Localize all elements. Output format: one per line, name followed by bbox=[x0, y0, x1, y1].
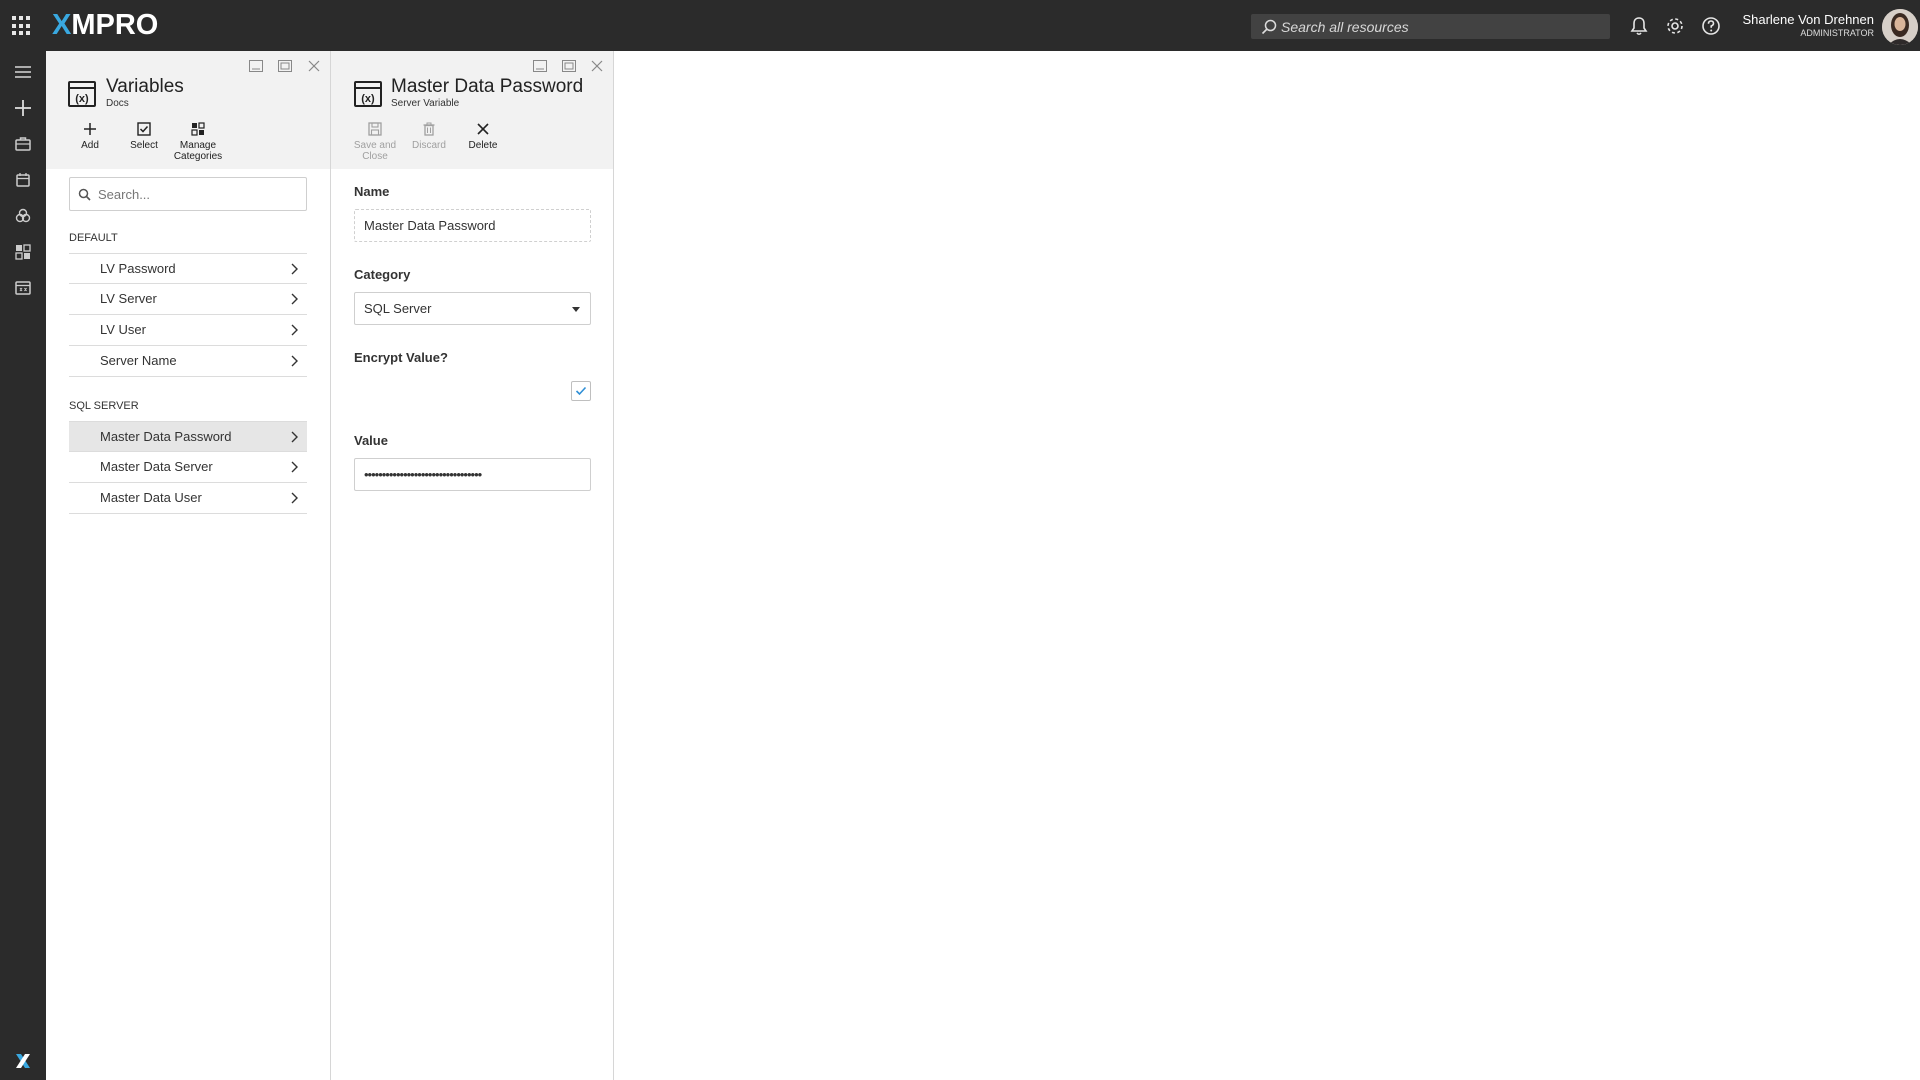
chevron-right-icon bbox=[291, 431, 298, 443]
panel-title: Variables bbox=[106, 76, 184, 97]
encrypt-value-label: Encrypt Value? bbox=[354, 350, 448, 365]
list-item[interactable]: LV Server bbox=[69, 284, 307, 315]
save-label-line1: Save and bbox=[353, 140, 397, 151]
close-icon[interactable] bbox=[589, 58, 605, 74]
list-item-label: Master Data Server bbox=[100, 459, 213, 474]
checkbox-icon bbox=[137, 122, 151, 136]
discard-label: Discard bbox=[412, 140, 446, 151]
list-item-label: Master Data User bbox=[100, 490, 202, 505]
chevron-right-icon bbox=[291, 355, 298, 367]
caret-down-icon bbox=[572, 307, 580, 312]
variables-panel: (x) Variables Docs Add Select Manage Cat… bbox=[46, 51, 331, 1080]
list-item[interactable]: Master Data Server bbox=[69, 452, 307, 483]
checkmark-icon bbox=[575, 386, 587, 396]
select-button-label: Select bbox=[130, 140, 158, 151]
name-field[interactable] bbox=[354, 209, 591, 242]
chevron-right-icon bbox=[291, 293, 298, 305]
list-item-label: Master Data Password bbox=[100, 429, 232, 444]
chevron-right-icon bbox=[291, 461, 298, 473]
avatar[interactable] bbox=[1882, 9, 1918, 45]
delete-button[interactable]: Delete bbox=[456, 121, 510, 151]
select-button[interactable]: Select bbox=[117, 121, 171, 151]
trash-icon bbox=[423, 122, 435, 136]
user-role: ADMINISTRATOR bbox=[1800, 28, 1874, 38]
manage-label-line1: Manage bbox=[179, 140, 217, 151]
manage-label-line2: Categories bbox=[173, 151, 223, 162]
add-button-label: Add bbox=[81, 140, 99, 151]
delete-label: Delete bbox=[468, 140, 498, 151]
list-item-label: LV Server bbox=[100, 291, 157, 306]
logo-text: MPRO bbox=[71, 9, 159, 41]
value-field[interactable] bbox=[354, 458, 591, 491]
variables-icon: (x) bbox=[354, 81, 382, 107]
global-search-input[interactable] bbox=[1281, 14, 1601, 39]
hamburger-menu-icon[interactable] bbox=[12, 61, 34, 83]
group-label-sql-server: SQL SERVER bbox=[69, 400, 139, 412]
category-select[interactable]: SQL Server bbox=[354, 292, 591, 325]
discard-button[interactable]: Discard bbox=[402, 121, 456, 151]
help-icon[interactable] bbox=[1700, 15, 1722, 37]
save-label-line2: Close bbox=[362, 151, 388, 162]
global-search[interactable] bbox=[1251, 14, 1610, 39]
search-icon bbox=[1261, 19, 1277, 35]
xmpro-x-logo-icon[interactable] bbox=[12, 1050, 34, 1072]
search-icon bbox=[78, 188, 91, 201]
svg-text:(x): (x) bbox=[75, 93, 89, 105]
panel-subtitle: Docs bbox=[106, 98, 129, 109]
plus-icon bbox=[84, 123, 96, 135]
detail-subtitle: Server Variable bbox=[391, 98, 460, 109]
minimize-icon[interactable] bbox=[532, 58, 548, 74]
list-item-label: LV User bbox=[100, 322, 146, 337]
plus-icon[interactable] bbox=[12, 97, 34, 119]
variables-icon: (x) bbox=[68, 81, 96, 107]
bell-icon[interactable] bbox=[1628, 15, 1650, 37]
close-icon bbox=[477, 123, 489, 135]
list-item-label: Server Name bbox=[100, 353, 177, 368]
variables-panel-header: (x) Variables Docs Add Select Manage Cat… bbox=[46, 51, 330, 169]
maximize-icon[interactable] bbox=[561, 58, 577, 74]
list-item[interactable]: LV Password bbox=[69, 253, 307, 284]
briefcase-icon[interactable] bbox=[12, 133, 34, 155]
save-icon bbox=[368, 122, 382, 136]
maximize-icon[interactable] bbox=[277, 58, 293, 74]
save-and-close-button[interactable]: Save and Close bbox=[348, 121, 402, 162]
category-label: Category bbox=[354, 267, 411, 282]
list-item[interactable]: LV User bbox=[69, 315, 307, 346]
list-item-selected[interactable]: Master Data Password bbox=[69, 421, 307, 452]
svg-text:(x): (x) bbox=[361, 93, 375, 105]
detail-panel: (x) Master Data Password Server Variable… bbox=[331, 51, 614, 1080]
manage-categories-button[interactable]: Manage Categories bbox=[171, 121, 225, 162]
value-label: Value bbox=[354, 433, 388, 448]
dashboard-icon[interactable] bbox=[12, 241, 34, 263]
top-bar: XMPRO Sharlene Von Drehnen ADMINISTRATOR bbox=[0, 0, 1920, 51]
list-item[interactable]: Server Name bbox=[69, 346, 307, 377]
variables-search[interactable] bbox=[69, 177, 307, 211]
list-item-label: LV Password bbox=[100, 261, 176, 276]
xmpro-logo[interactable]: XMPRO bbox=[52, 8, 158, 42]
app-launcher-icon[interactable] bbox=[12, 16, 32, 36]
detail-title: Master Data Password bbox=[391, 76, 584, 97]
group-label-default: DEFAULT bbox=[69, 232, 118, 244]
left-nav-rail bbox=[0, 51, 46, 1080]
recipes-icon[interactable] bbox=[12, 205, 34, 227]
variables-nav-icon[interactable] bbox=[12, 277, 34, 299]
add-button[interactable]: Add bbox=[63, 121, 117, 151]
variables-search-input[interactable] bbox=[98, 178, 298, 210]
encrypt-value-checkbox[interactable] bbox=[571, 381, 591, 401]
detail-panel-header: (x) Master Data Password Server Variable… bbox=[331, 51, 613, 169]
list-item[interactable]: Master Data User bbox=[69, 483, 307, 514]
logo-x: X bbox=[52, 9, 72, 41]
gear-icon[interactable] bbox=[1664, 15, 1686, 37]
user-name[interactable]: Sharlene Von Drehnen bbox=[1742, 13, 1874, 27]
calendar-icon[interactable] bbox=[12, 169, 34, 191]
categories-icon bbox=[191, 122, 205, 136]
chevron-right-icon bbox=[291, 324, 298, 336]
close-icon[interactable] bbox=[306, 58, 322, 74]
name-label: Name bbox=[354, 184, 390, 199]
minimize-icon[interactable] bbox=[248, 58, 264, 74]
chevron-right-icon bbox=[291, 263, 298, 275]
category-select-value: SQL Server bbox=[364, 301, 432, 316]
chevron-right-icon bbox=[291, 492, 298, 504]
